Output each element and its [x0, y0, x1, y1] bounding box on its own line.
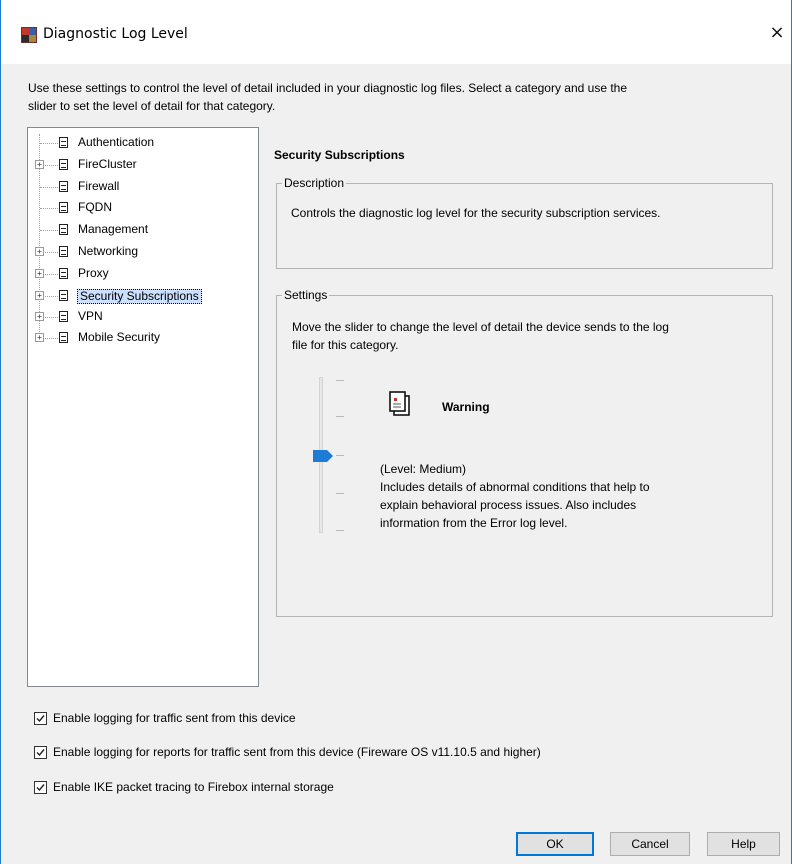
tree-item-management[interactable]: Management: [76, 222, 150, 237]
ok-button[interactable]: OK: [516, 832, 594, 856]
description-text: Controls the diagnostic log level for th…: [291, 206, 661, 220]
category-doc-icon: [59, 311, 68, 322]
title-bar[interactable]: Diagnostic Log Level ×: [1, 0, 791, 64]
tree-item-firecluster[interactable]: FireCluster: [76, 157, 139, 172]
dialog-window: Diagnostic Log Level × Use these setting…: [0, 0, 792, 864]
description-group: [276, 183, 773, 269]
ike-tracing-label[interactable]: Enable IKE packet tracing to Firebox int…: [53, 780, 334, 794]
expand-icon[interactable]: +: [35, 269, 44, 278]
intro-line-1: Use these settings to control the level …: [28, 81, 628, 95]
reports-logging-option[interactable]: Enable logging for reports for traffic s…: [34, 745, 541, 759]
checkmark-icon: [36, 714, 45, 722]
reports-logging-checkbox[interactable]: [34, 745, 47, 759]
category-doc-icon: [59, 268, 68, 279]
traffic-logging-checkbox[interactable]: [34, 711, 47, 725]
intro-line-2: slider to set the level of detail for th…: [28, 99, 276, 113]
settings-legend: Settings: [282, 288, 330, 302]
tree-item-networking[interactable]: Networking: [76, 244, 140, 259]
category-doc-icon: [59, 224, 68, 235]
checkmark-icon: [36, 783, 45, 791]
traffic-logging-label[interactable]: Enable logging for traffic sent from thi…: [53, 711, 296, 725]
tree-connector: [40, 208, 58, 209]
slider-tick: [336, 416, 344, 417]
expand-icon[interactable]: +: [35, 333, 44, 342]
category-doc-icon: [59, 332, 68, 343]
expand-icon[interactable]: +: [35, 247, 44, 256]
category-doc-icon: [59, 202, 68, 213]
category-doc-icon: [59, 246, 68, 257]
traffic-logging-option[interactable]: Enable logging for traffic sent from thi…: [34, 711, 296, 725]
slider-tick: [336, 530, 344, 531]
level-details-line-2: explain behavioral process issues. Also …: [380, 498, 637, 512]
tree-item-firewall[interactable]: Firewall: [76, 179, 121, 194]
tree-item-mobile-security[interactable]: Mobile Security: [76, 330, 162, 345]
reports-logging-label[interactable]: Enable logging for reports for traffic s…: [53, 745, 541, 759]
cancel-button[interactable]: Cancel: [610, 832, 690, 856]
category-title: Security Subscriptions: [274, 148, 405, 162]
category-doc-icon: [59, 137, 68, 148]
category-doc-icon: [59, 290, 68, 301]
slider-tick: [336, 455, 344, 456]
log-level-slider-thumb[interactable]: [313, 450, 333, 462]
app-icon: [21, 27, 37, 43]
help-button[interactable]: Help: [707, 832, 780, 856]
level-details-line-3: information from the Error log level.: [380, 516, 568, 530]
ike-tracing-checkbox[interactable]: [34, 780, 47, 794]
tree-connector: [40, 143, 58, 144]
checkmark-icon: [36, 748, 45, 756]
slider-tick: [336, 493, 344, 494]
settings-line-1: Move the slider to change the level of d…: [292, 320, 669, 334]
tree-item-authentication[interactable]: Authentication: [76, 135, 156, 150]
ike-tracing-option[interactable]: Enable IKE packet tracing to Firebox int…: [34, 780, 334, 794]
tree-item-vpn[interactable]: VPN: [76, 309, 105, 324]
category-doc-icon: [59, 159, 68, 170]
tree-item-fqdn[interactable]: FQDN: [76, 200, 114, 215]
level-description: (Level: Medium) Includes details of abno…: [380, 460, 740, 532]
description-legend: Description: [282, 176, 347, 190]
expand-icon[interactable]: +: [35, 160, 44, 169]
category-tree[interactable]: Authentication + FireCluster Firewall FQ…: [27, 127, 259, 687]
window-title: Diagnostic Log Level: [43, 26, 188, 42]
tree-connector: [40, 187, 58, 188]
expand-icon[interactable]: +: [35, 312, 44, 321]
expand-icon[interactable]: +: [35, 291, 44, 300]
tree-item-proxy[interactable]: Proxy: [76, 266, 111, 281]
intro-text: Use these settings to control the level …: [28, 79, 778, 115]
close-button[interactable]: ×: [765, 22, 789, 46]
settings-line-2: file for this category.: [292, 338, 399, 352]
dialog-body: Use these settings to control the level …: [1, 64, 791, 864]
level-name: Warning: [442, 400, 490, 414]
tree-connector: [40, 230, 58, 231]
level-details-line-1: Includes details of abnormal conditions …: [380, 480, 650, 494]
settings-instructions: Move the slider to change the level of d…: [292, 318, 772, 354]
tree-item-security-subscriptions[interactable]: Security Subscriptions: [77, 289, 202, 304]
warning-level-icon: [389, 391, 410, 416]
category-doc-icon: [59, 181, 68, 192]
slider-tick: [336, 380, 344, 381]
level-label: (Level: Medium): [380, 462, 467, 476]
